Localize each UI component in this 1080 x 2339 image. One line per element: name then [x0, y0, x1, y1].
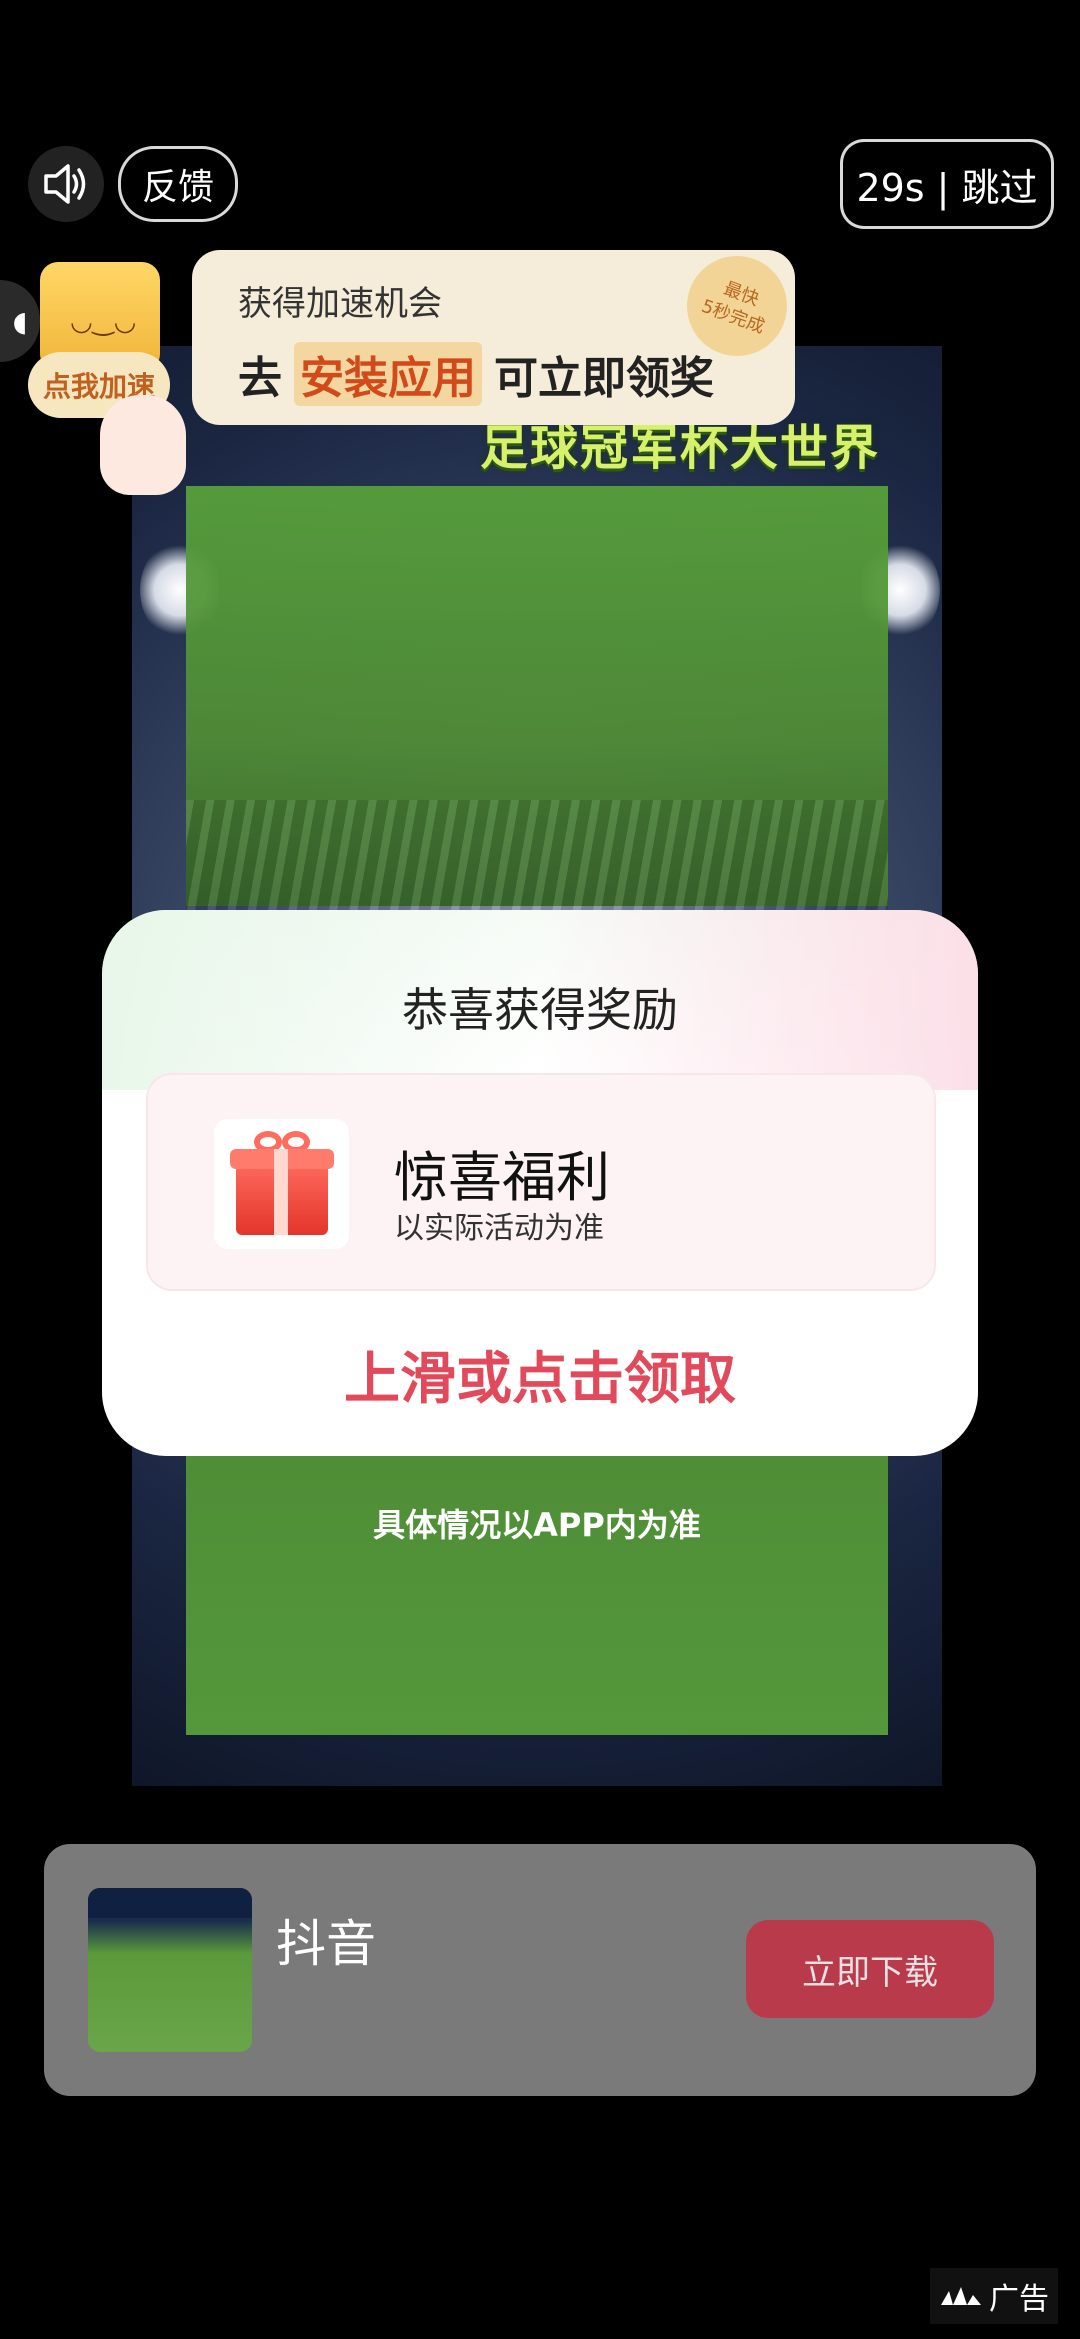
promo-line2: 去 安装应用 可立即领奖 — [238, 342, 714, 406]
promo-suffix: 可立即领奖 — [494, 353, 714, 404]
ad-label: 广告 — [989, 2282, 1049, 2317]
ad-logo-icon — [941, 2287, 981, 2305]
sound-button[interactable] — [28, 146, 104, 222]
side-speaker-icon[interactable]: ◖ — [0, 280, 40, 362]
app-download-card[interactable]: 抖音 立即下载 — [44, 1844, 1036, 2096]
download-button[interactable]: 立即下载 — [746, 1920, 994, 2018]
skip-button[interactable]: 29s | 跳过 — [840, 139, 1054, 229]
claim-button[interactable]: 上滑或点击领取 — [102, 1334, 978, 1415]
promo-prefix: 去 — [238, 353, 282, 404]
ad-screen: 足球冠军杯大世界 具体情况以APP内为准 反馈 29s | 跳过 ◖ ◡‿◡ 点… — [0, 0, 1080, 2339]
mascot-face: ◡‿◡ — [70, 307, 137, 337]
feedback-button[interactable]: 反馈 — [118, 146, 238, 222]
promo-line1: 获得加速机会 — [238, 284, 442, 324]
promo-highlight: 安装应用 — [294, 342, 482, 406]
app-thumbnail — [88, 1888, 252, 2052]
gift-ribbon — [274, 1149, 288, 1235]
reward-subtitle: 以实际活动为准 — [394, 1211, 604, 1246]
reward-modal[interactable]: 恭喜获得奖励 惊喜福利 以实际活动为准 上滑或点击领取 — [102, 910, 978, 1456]
pointing-hand-icon — [100, 395, 186, 495]
reward-card[interactable]: 惊喜福利 以实际活动为准 — [146, 1073, 936, 1291]
promo-banner[interactable]: 获得加速机会 去 安装应用 可立即领奖 最快 5秒完成 — [192, 241, 802, 425]
video-field-bottom — [186, 1450, 888, 1735]
app-thumbnail-banner — [88, 1888, 252, 1918]
reward-name: 惊喜福利 — [394, 1146, 610, 1209]
app-name: 抖音 — [276, 1915, 376, 1973]
speaker-icon — [44, 164, 86, 204]
ad-badge: 广告 — [930, 2268, 1058, 2324]
gift-box-icon — [214, 1119, 349, 1249]
video-caption: 具体情况以APP内为准 — [373, 1506, 701, 1544]
modal-title: 恭喜获得奖励 — [402, 983, 678, 1037]
